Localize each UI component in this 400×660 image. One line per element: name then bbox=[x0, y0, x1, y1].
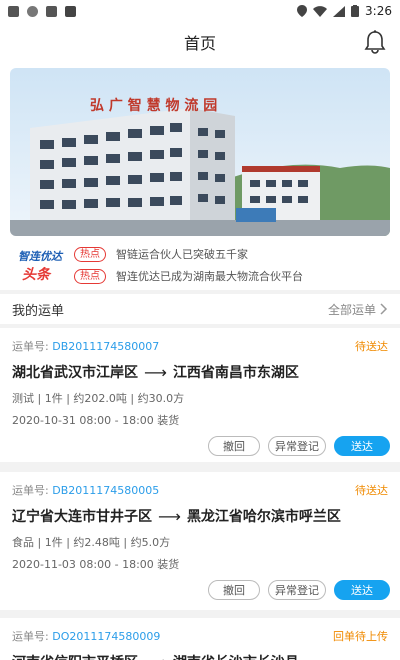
arrow-right-icon: ⟶ bbox=[158, 506, 181, 526]
all-orders-label: 全部运单 bbox=[327, 302, 376, 317]
font-icon bbox=[65, 5, 76, 17]
location-icon bbox=[297, 5, 308, 17]
all-orders-link[interactable]: 全部运单 bbox=[328, 301, 388, 318]
signal-icon bbox=[333, 5, 346, 17]
my-orders-header: 我的运单 全部运单 bbox=[0, 294, 400, 324]
status-icons-right: 3:26 bbox=[297, 4, 392, 18]
order-number: DO2011174580009 bbox=[52, 630, 161, 643]
route-origin: 河南省信阳市平桥区 bbox=[12, 652, 138, 660]
withdraw-button[interactable]: 撤回 bbox=[208, 436, 260, 456]
news-ticker[interactable]: 智连优达 头条 热点 智链运合伙人已突破五千家 热点 智连优达已成为湖南最大物流… bbox=[0, 240, 400, 290]
status-time: 3:26 bbox=[365, 4, 392, 18]
report-exception-button[interactable]: 异常登记 bbox=[268, 580, 326, 600]
order-actions: 撤回 异常登记 送达 bbox=[208, 580, 390, 600]
order-number-label: 运单号: bbox=[12, 484, 49, 497]
order-number-label: 运单号: bbox=[12, 630, 49, 643]
withdraw-button[interactable]: 撤回 bbox=[208, 580, 260, 600]
order-number-label: 运单号: bbox=[12, 340, 49, 353]
order-card[interactable]: 运单号: DO2011174580009 回单待上传 河南省信阳市平桥区 ⟶ 湖… bbox=[0, 618, 400, 660]
banner-sign: 弘 广 智 慧 物 流 园 bbox=[90, 97, 217, 114]
route-destination: 湖南省长沙市长沙县 bbox=[173, 652, 299, 660]
cargo-info: 测试 | 1件 | 约202.0吨 | 约30.0方 bbox=[12, 392, 185, 405]
notification-icon bbox=[8, 5, 19, 17]
bell-icon[interactable] bbox=[364, 30, 386, 54]
battery-icon bbox=[351, 5, 360, 17]
route-destination: 江西省南昌市东湖区 bbox=[172, 365, 299, 381]
gallery-icon bbox=[46, 5, 57, 17]
order-number: DB2011174580005 bbox=[52, 484, 160, 497]
headline-logo: 智连优达 头条 bbox=[18, 248, 68, 283]
hot-badge: 热点 bbox=[74, 268, 106, 284]
page-title: 首页 bbox=[183, 34, 216, 53]
cargo-info: 食品 | 1件 | 约2.48吨 | 约5.0方 bbox=[12, 536, 171, 549]
hot-badge: 热点 bbox=[74, 246, 106, 262]
deliver-button[interactable]: 送达 bbox=[334, 436, 390, 456]
order-route: 河南省信阳市平桥区 ⟶ 湖南省长沙市长沙县 bbox=[12, 652, 299, 660]
chevron-right-icon bbox=[380, 303, 388, 315]
order-route: 辽宁省大连市甘井子区 ⟶ 黑龙江省哈尔滨市呼兰区 bbox=[12, 506, 341, 526]
banner-image: 弘 广 智 慧 物 流 园 bbox=[10, 68, 390, 236]
order-status: 待送达 bbox=[355, 484, 388, 497]
arrow-right-icon: ⟶ bbox=[144, 653, 167, 660]
headline-logo-line2: 头条 bbox=[22, 267, 50, 283]
deliver-button[interactable]: 送达 bbox=[334, 580, 390, 600]
order-number-row: 运单号: DB2011174580005 bbox=[12, 482, 159, 498]
news-item[interactable]: 热点 智链运合伙人已突破五千家 bbox=[74, 246, 248, 262]
order-card[interactable]: 运单号: DB2011174580005 待送达 辽宁省大连市甘井子区 ⟶ 黑龙… bbox=[0, 472, 400, 610]
news-text: 智链运合伙人已突破五千家 bbox=[116, 248, 248, 261]
report-exception-button[interactable]: 异常登记 bbox=[268, 436, 326, 456]
banner-carousel[interactable]: 弘 广 智 慧 物 流 园 bbox=[10, 68, 390, 236]
order-actions: 撤回 异常登记 送达 bbox=[208, 436, 390, 456]
order-number-row: 运单号: DO2011174580009 bbox=[12, 628, 160, 644]
route-origin: 辽宁省大连市甘井子区 bbox=[12, 509, 152, 525]
order-number-row: 运单号: DB2011174580007 bbox=[12, 338, 159, 354]
route-destination: 黑龙江省哈尔滨市呼兰区 bbox=[186, 509, 341, 525]
status-icons-left bbox=[8, 5, 76, 17]
top-bar: 首页 bbox=[0, 22, 400, 62]
section-title: 我的运单 bbox=[12, 303, 65, 319]
sync-icon bbox=[27, 5, 38, 17]
headline-logo-line1: 智连优达 bbox=[18, 250, 62, 263]
route-origin: 湖北省武汉市江岸区 bbox=[12, 365, 138, 381]
arrow-right-icon: ⟶ bbox=[144, 362, 167, 382]
banner-area: 弘 广 智 慧 物 流 园 bbox=[0, 62, 400, 240]
order-status: 回单待上传 bbox=[333, 630, 388, 643]
order-status: 待送达 bbox=[355, 340, 388, 353]
news-text: 智连优达已成为湖南最大物流合伙平台 bbox=[116, 270, 303, 283]
loading-time: 2020-11-03 08:00 - 18:00 装货 bbox=[12, 558, 180, 571]
news-item[interactable]: 热点 智连优达已成为湖南最大物流合伙平台 bbox=[74, 268, 303, 284]
wifi-icon bbox=[313, 5, 328, 17]
order-number: DB2011174580007 bbox=[52, 340, 160, 353]
order-route: 湖北省武汉市江岸区 ⟶ 江西省南昌市东湖区 bbox=[12, 362, 299, 382]
status-bar: 3:26 bbox=[0, 0, 400, 22]
order-card[interactable]: 运单号: DB2011174580007 待送达 湖北省武汉市江岸区 ⟶ 江西省… bbox=[0, 328, 400, 462]
loading-time: 2020-10-31 08:00 - 18:00 装货 bbox=[12, 414, 180, 427]
